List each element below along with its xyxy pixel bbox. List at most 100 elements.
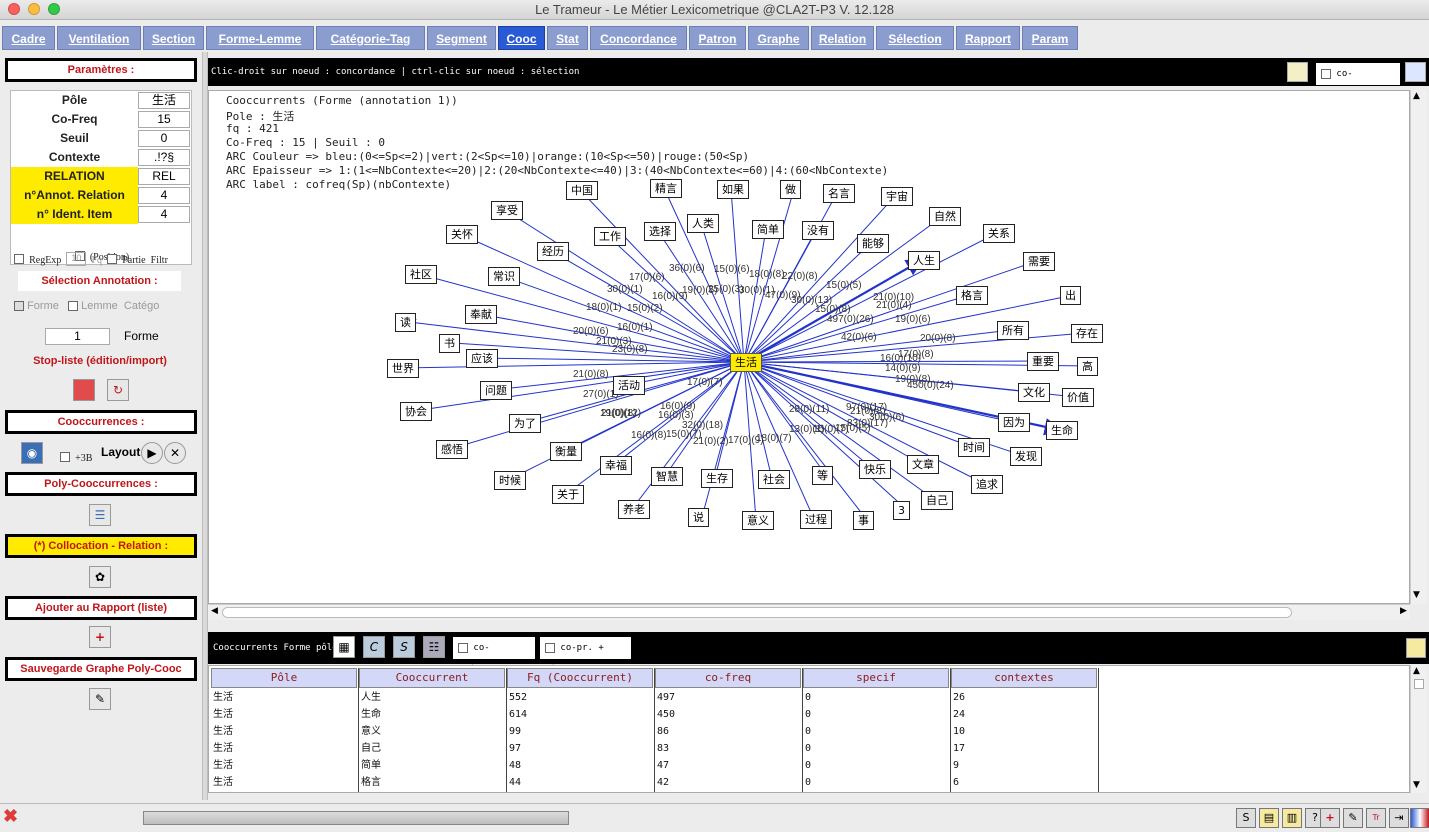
table-scroll-thumb[interactable] (1414, 679, 1424, 689)
cooc-run-button[interactable]: ◉ (21, 442, 43, 464)
pole-node[interactable]: 生活 (730, 353, 762, 372)
close-icon[interactable]: ✖ (3, 806, 18, 827)
graph-node[interactable]: 因为 (998, 413, 1030, 432)
graph-node[interactable]: 过程 (800, 510, 832, 529)
tab-2[interactable]: Section (143, 26, 204, 50)
column-header[interactable]: specif (803, 668, 949, 688)
column-header[interactable]: Pôle (211, 668, 357, 688)
table-cell[interactable]: 47 (657, 757, 801, 774)
add-icon[interactable]: + (1320, 808, 1340, 828)
table-cell[interactable]: 26 (953, 689, 1097, 706)
column-header[interactable]: Fq (Cooccurrent) (507, 668, 653, 688)
column-header[interactable]: co-freq (655, 668, 801, 688)
graph-node[interactable]: 价值 (1062, 388, 1094, 407)
scroll-left-icon[interactable]: ◀ (211, 606, 218, 616)
grid-icon[interactable] (1287, 62, 1308, 82)
collocation-button[interactable]: ✿ (89, 566, 111, 588)
table-cell[interactable]: 生活 (213, 689, 357, 706)
table-vertical-scrollbar[interactable]: ▲ ▼ (1410, 665, 1427, 793)
graph-node[interactable]: 人生 (908, 251, 940, 270)
tab-8[interactable]: Concordance (590, 26, 687, 50)
graph-node[interactable]: 格言 (956, 286, 988, 305)
table-cell[interactable]: 6 (953, 774, 1097, 791)
graph-node[interactable]: 应该 (466, 349, 498, 368)
graph-node[interactable]: 常识 (488, 267, 520, 286)
graph-node[interactable]: 中国 (566, 181, 598, 200)
folder-icon[interactable]: ▤ (1259, 808, 1279, 828)
layout-stop-button[interactable]: ✕ (164, 442, 186, 464)
tab-7[interactable]: Stat (547, 26, 588, 50)
folder-open-icon[interactable]: ▥ (1282, 808, 1302, 828)
graph-node[interactable]: 需要 (1023, 252, 1055, 271)
graph-node[interactable]: 能够 (857, 234, 889, 253)
graph-node[interactable]: 存在 (1071, 324, 1103, 343)
tab-4[interactable]: Catégorie-Tag (316, 26, 425, 50)
fq-field[interactable]: 10 (66, 251, 87, 266)
graph-node[interactable]: 高 (1077, 357, 1098, 376)
graph-node[interactable]: 文章 (907, 455, 939, 474)
graph-node[interactable]: 事 (853, 511, 874, 530)
param-value[interactable]: 15 (138, 111, 190, 128)
graph-node[interactable]: 社区 (405, 265, 437, 284)
graph-node[interactable]: 追求 (971, 475, 1003, 494)
graph-node[interactable]: 智慧 (651, 467, 683, 486)
table-cell[interactable]: 97 (509, 740, 653, 757)
table-cell[interactable]: 17 (953, 740, 1097, 757)
table-cell[interactable]: 614 (509, 706, 653, 723)
copr-pole-checkbox[interactable] (545, 642, 555, 653)
graph-node[interactable]: 社会 (758, 470, 790, 489)
column-header[interactable]: contextes (951, 668, 1097, 688)
param-value[interactable]: 0 (138, 130, 190, 147)
table-cell[interactable]: 42 (657, 774, 801, 791)
table-cell[interactable]: 0 (805, 757, 949, 774)
graph-node[interactable]: 为了 (509, 414, 541, 433)
graph-node[interactable]: 等 (812, 466, 833, 485)
graph-node[interactable]: 经历 (537, 242, 569, 261)
graph-node[interactable]: 时间 (958, 438, 990, 457)
save-graph-button[interactable]: ✎ (89, 688, 111, 710)
graph-node[interactable]: 简单 (752, 220, 784, 239)
graph-node[interactable]: 自然 (929, 207, 961, 226)
param-value[interactable]: 生活 (138, 92, 190, 109)
tab-3[interactable]: Forme-Lemme (206, 26, 314, 50)
graph-horizontal-scrollbar[interactable]: ◀ ▶ (208, 604, 1410, 620)
column-header[interactable]: Cooccurrent (359, 668, 505, 688)
table-s-icon[interactable]: S (393, 636, 415, 658)
graph-node[interactable]: 关系 (983, 224, 1015, 243)
table-cell[interactable]: 10 (953, 723, 1097, 740)
graph-node[interactable]: 读 (395, 313, 416, 332)
graph-node[interactable]: 文化 (1018, 383, 1050, 402)
graph-node[interactable]: 选择 (644, 222, 676, 241)
table-cell[interactable]: 44 (509, 774, 653, 791)
sql-icon[interactable]: S (1236, 808, 1256, 828)
table-cell[interactable]: 生活 (213, 723, 357, 740)
graph-node[interactable]: 关怀 (446, 225, 478, 244)
table-cell[interactable]: 9 (953, 757, 1097, 774)
graph-node[interactable]: 精言 (650, 179, 682, 198)
table-cell[interactable]: 生活 (213, 757, 357, 774)
graph-node[interactable]: 协会 (400, 402, 432, 421)
table-cell[interactable]: 格言 (361, 774, 505, 791)
copresence-checkbox[interactable] (1321, 68, 1331, 79)
scroll-thumb[interactable] (222, 607, 1292, 618)
graph-node[interactable]: 享受 (491, 201, 523, 220)
table-cell[interactable]: 0 (805, 706, 949, 723)
graph-node[interactable]: 快乐 (859, 460, 891, 479)
export-icon[interactable] (1406, 638, 1426, 658)
table-cell[interactable]: 450 (657, 706, 801, 723)
tab-9[interactable]: Patron (689, 26, 746, 50)
table-cell[interactable]: 24 (953, 706, 1097, 723)
stoplist-import-button[interactable]: ↻ (107, 379, 129, 401)
table-cell[interactable]: 生命 (361, 706, 505, 723)
tab-0[interactable]: Cadre (2, 26, 55, 50)
graph-node[interactable]: 问题 (480, 381, 512, 400)
table-cell[interactable]: 0 (805, 740, 949, 757)
tab-11[interactable]: Relation (811, 26, 874, 50)
graph-node[interactable]: 意义 (742, 511, 774, 530)
flag-icon[interactable] (1410, 808, 1429, 828)
edit-icon[interactable]: ✎ (1343, 808, 1363, 828)
graph-node[interactable]: 衡量 (550, 442, 582, 461)
graph-node[interactable]: 做 (780, 180, 801, 199)
graph-node[interactable]: 宇宙 (881, 187, 913, 206)
tab-13[interactable]: Rapport (956, 26, 1020, 50)
